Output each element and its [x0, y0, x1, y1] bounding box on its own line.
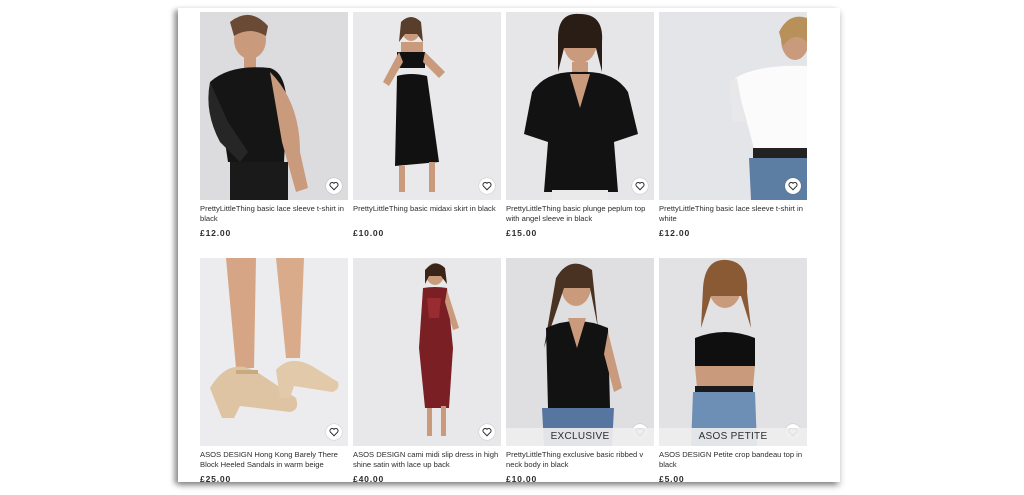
product-title[interactable]: PrettyLittleThing basic plunge peplum to…	[506, 204, 654, 224]
product-image[interactable]	[506, 12, 654, 200]
woman-black-bandeau-top-photo	[691, 259, 757, 446]
product-title[interactable]: ASOS DESIGN Petite crop bandeau top in b…	[659, 450, 807, 470]
product-price: £25.00	[200, 474, 232, 482]
product-title[interactable]: PrettyLittleThing basic midaxi skirt in …	[353, 204, 501, 224]
product-price: £12.00	[659, 228, 691, 238]
woman-burgundy-satin-dress-photo	[419, 263, 459, 436]
product-title[interactable]: PrettyLittleThing exclusive basic ribbed…	[506, 450, 654, 470]
product-title[interactable]: ASOS DESIGN Hong Kong Barely There Block…	[200, 450, 348, 470]
save-for-later-button[interactable]	[632, 178, 648, 194]
save-for-later-button[interactable]	[479, 424, 495, 440]
product-card[interactable]: PrettyLittleThing basic midaxi skirt in …	[353, 12, 501, 246]
product-price: £12.00	[200, 228, 232, 238]
product-card[interactable]: PrettyLittleThing basic lace sleeve t-sh…	[659, 12, 807, 246]
product-card[interactable]: EXCLUSIVE PrettyLittleThing exclusive ba…	[506, 258, 654, 482]
petite-badge: ASOS PETITE	[659, 428, 807, 446]
woman-black-peplum-top-photo	[524, 13, 638, 200]
product-image[interactable]	[659, 12, 807, 200]
product-price: £10.00	[353, 228, 385, 238]
heart-icon	[482, 427, 492, 437]
woman-white-lace-tshirt-photo	[729, 16, 807, 200]
product-title[interactable]: PrettyLittleThing basic lace sleeve t-sh…	[200, 204, 348, 224]
product-image[interactable]	[353, 12, 501, 200]
save-for-later-button[interactable]	[326, 424, 342, 440]
heart-icon	[482, 181, 492, 191]
product-price: £15.00	[506, 228, 538, 238]
product-card[interactable]: PrettyLittleThing basic plunge peplum to…	[506, 12, 654, 246]
product-price: £10.00	[506, 474, 538, 482]
heart-icon	[635, 181, 645, 191]
product-image[interactable]	[200, 258, 348, 446]
beige-block-heel-sandals-photo	[210, 258, 339, 418]
woman-black-midaxi-skirt-photo	[383, 17, 445, 192]
heart-icon	[329, 427, 339, 437]
product-image[interactable]: EXCLUSIVE	[506, 258, 654, 446]
woman-black-ribbed-body-photo	[542, 263, 622, 446]
product-price: £5.00	[659, 474, 685, 482]
product-card[interactable]: PrettyLittleThing basic lace sleeve t-sh…	[200, 12, 348, 246]
save-for-later-button[interactable]	[785, 178, 801, 194]
save-for-later-button[interactable]	[326, 178, 342, 194]
product-image[interactable]	[353, 258, 501, 446]
exclusive-badge: EXCLUSIVE	[506, 428, 654, 446]
product-listing-page: PrettyLittleThing basic lace sleeve t-sh…	[178, 8, 840, 482]
product-image[interactable]: ASOS PETITE	[659, 258, 807, 446]
product-card[interactable]: ASOS DESIGN Hong Kong Barely There Block…	[200, 258, 348, 482]
product-title[interactable]: ASOS DESIGN cami midi slip dress in high…	[353, 450, 501, 470]
heart-icon	[788, 181, 798, 191]
woman-black-lace-tshirt-photo	[208, 14, 308, 200]
product-card[interactable]: ASOS PETITE ASOS DESIGN Petite crop band…	[659, 258, 807, 482]
save-for-later-button[interactable]	[479, 178, 495, 194]
product-price: £40.00	[353, 474, 385, 482]
product-title[interactable]: PrettyLittleThing basic lace sleeve t-sh…	[659, 204, 807, 224]
heart-icon	[329, 181, 339, 191]
product-grid: PrettyLittleThing basic lace sleeve t-sh…	[200, 12, 807, 482]
product-image[interactable]	[200, 12, 348, 200]
product-card[interactable]: ASOS DESIGN cami midi slip dress in high…	[353, 258, 501, 482]
